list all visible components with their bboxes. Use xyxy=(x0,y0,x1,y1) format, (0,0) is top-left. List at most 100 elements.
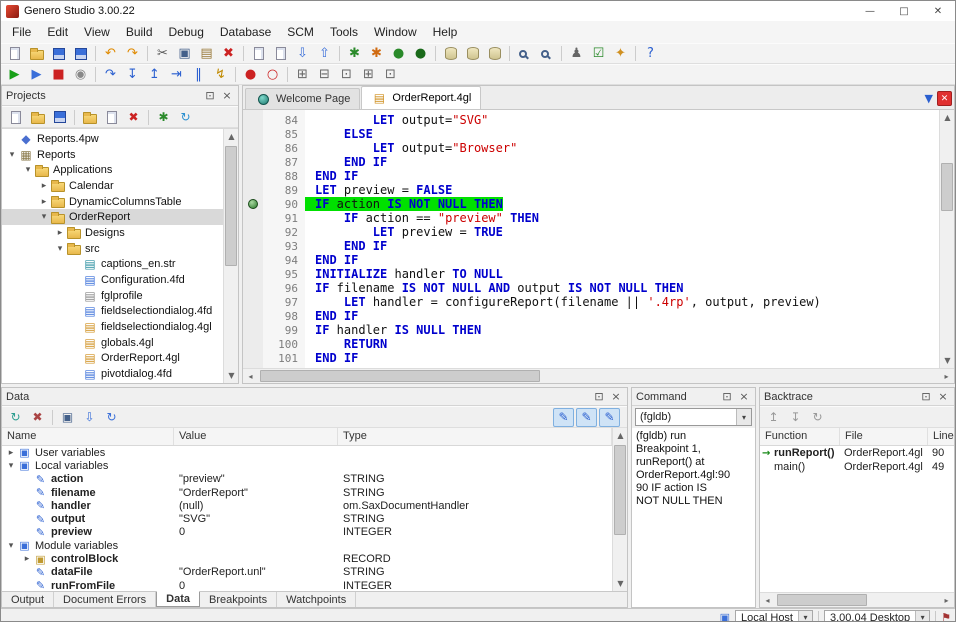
find-button[interactable] xyxy=(514,44,535,63)
data-row-filename[interactable]: ✎filename"OrderReport"STRING xyxy=(2,486,612,499)
tree-item-applications[interactable]: ▾Applications xyxy=(2,162,223,178)
expander-open-icon[interactable]: ▾ xyxy=(54,244,66,254)
code-editor[interactable]: 84 LET output="SVG"85 ELSE86 LET output=… xyxy=(243,110,939,368)
breakpoint-cell[interactable] xyxy=(243,199,263,209)
notifications-icon[interactable]: ⚑ xyxy=(941,611,951,622)
tab-output[interactable]: Output xyxy=(2,592,54,607)
data-scroll-thumb[interactable] xyxy=(614,445,626,535)
data-float-button[interactable]: ⊡ xyxy=(592,390,606,404)
scroll-right-icon[interactable]: ▸ xyxy=(939,593,954,608)
scroll-up-icon[interactable]: ▲ xyxy=(940,110,954,125)
export-data-button[interactable]: ⇩ xyxy=(79,408,100,427)
menu-database[interactable]: Database xyxy=(212,22,279,42)
expander-closed-icon[interactable]: ▸ xyxy=(5,448,17,458)
editor-hscroll-track[interactable] xyxy=(258,369,939,383)
backtrace-frame-runreport[interactable]: →runReport()OrderReport.4gl90 xyxy=(760,446,954,460)
report-writer-button[interactable]: ✦ xyxy=(610,44,631,63)
rebuild-button[interactable]: ✱ xyxy=(366,44,387,63)
code-line-96[interactable]: 96IF filename IS NOT NULL AND output IS … xyxy=(243,281,939,295)
backtrace-hscroll-thumb[interactable] xyxy=(777,594,867,606)
tree-item-configuration-4fd[interactable]: ▤Configuration.4fd xyxy=(2,272,223,288)
copy-value-button[interactable]: ▣ xyxy=(57,408,78,427)
expander-open-icon[interactable]: ▾ xyxy=(6,150,18,160)
projects-scroll-thumb[interactable] xyxy=(225,146,237,266)
scroll-down-icon[interactable]: ▼ xyxy=(224,368,238,383)
menu-view[interactable]: View xyxy=(76,22,118,42)
client-selector[interactable]: 3.00.04 Desktop ▾ xyxy=(824,610,930,622)
chevron-down-icon[interactable]: ▾ xyxy=(736,409,751,425)
menu-file[interactable]: File xyxy=(4,22,39,42)
menu-edit[interactable]: Edit xyxy=(39,22,76,42)
data-row-runfromfile[interactable]: ✎runFromFile0INTEGER xyxy=(2,579,612,591)
projects-scrollbar[interactable]: ▲ ▼ xyxy=(223,129,238,383)
tab-welcome-page[interactable]: Welcome Page xyxy=(245,88,360,109)
remove-item-button[interactable]: ✖ xyxy=(123,108,144,127)
tree-item-fieldselectiondialog-4fd[interactable]: ▤fieldselectiondialog.4fd xyxy=(2,304,223,320)
expander-open-icon[interactable]: ▾ xyxy=(22,165,34,175)
help-button[interactable]: ? xyxy=(640,44,661,63)
tree-item-reports-4pw[interactable]: ◆Reports.4pw xyxy=(2,131,223,147)
code-line-93[interactable]: 93 END IF xyxy=(243,239,939,253)
backtrace-frame-main[interactable]: main()OrderReport.4gl49 xyxy=(760,460,954,474)
code-line-100[interactable]: 100 RETURN xyxy=(243,337,939,351)
database-browser-button[interactable] xyxy=(462,44,483,63)
data-row-output[interactable]: ✎output"SVG"STRING xyxy=(2,512,612,525)
move-down-stack-button[interactable]: ↧ xyxy=(785,408,806,427)
user-manager-button[interactable]: ♟ xyxy=(566,44,587,63)
execute-button[interactable]: ● xyxy=(388,44,409,63)
tree-item-pivotdialog-4fd[interactable]: ▤pivotdialog.4fd xyxy=(2,366,223,382)
document-list-icon[interactable]: ▼ xyxy=(925,92,933,105)
menu-help[interactable]: Help xyxy=(425,22,466,42)
tree-item-orderreport[interactable]: ▾OrderReport xyxy=(2,209,223,225)
data-row-user-variables[interactable]: ▸▣User variables xyxy=(2,446,612,459)
expander-open-icon[interactable]: ▾ xyxy=(38,212,50,222)
run-to-cursor-button[interactable]: ⇥ xyxy=(166,65,187,84)
edit-expression-button[interactable]: ✎ xyxy=(599,408,620,427)
scroll-down-icon[interactable]: ▼ xyxy=(613,576,627,591)
float-window-button[interactable]: ⊞ xyxy=(358,65,379,84)
tree-item-calendar[interactable]: ▸Calendar xyxy=(2,178,223,194)
new-file-button[interactable] xyxy=(4,44,25,63)
code-line-97[interactable]: 97 LET handler = configureReport(filenam… xyxy=(243,295,939,309)
expander-closed-icon[interactable]: ▸ xyxy=(54,228,66,238)
expander-closed-icon[interactable]: ▸ xyxy=(38,197,50,207)
step-out-button[interactable]: ↥ xyxy=(144,65,165,84)
tab-data[interactable]: Data xyxy=(156,591,200,607)
new-form-button[interactable] xyxy=(248,44,269,63)
data-row-action[interactable]: ✎action"preview"STRING xyxy=(2,473,612,486)
run-button[interactable]: ▶ xyxy=(4,65,25,84)
data-scrollbar[interactable]: ▲ ▼ xyxy=(612,428,627,591)
chevron-down-icon[interactable]: ▾ xyxy=(915,611,929,622)
close-button[interactable]: ✕ xyxy=(921,1,955,21)
minimize-button[interactable]: — xyxy=(853,1,887,21)
backtrace-horizontal-scrollbar[interactable]: ◂ ▸ xyxy=(760,592,954,607)
data-row-local-variables[interactable]: ▾▣Local variables xyxy=(2,459,612,472)
refresh-data-button[interactable]: ↻ xyxy=(5,408,26,427)
code-line-91[interactable]: 91 IF action == "preview" THEN xyxy=(243,211,939,225)
editor-hscroll-thumb[interactable] xyxy=(260,370,540,382)
refresh-project-button[interactable]: ↻ xyxy=(175,108,196,127)
cut-button[interactable]: ✂ xyxy=(152,44,173,63)
tree-item-dynamiccolumnstable[interactable]: ▸DynamicColumnsTable xyxy=(2,194,223,210)
clear-breakpoints-button[interactable]: ○ xyxy=(262,65,283,84)
replace-button[interactable] xyxy=(536,44,557,63)
scroll-left-icon[interactable]: ◂ xyxy=(760,593,775,608)
new-project-file-button[interactable] xyxy=(5,108,26,127)
scroll-up-icon[interactable]: ▲ xyxy=(224,129,238,144)
save-file-button[interactable] xyxy=(48,44,69,63)
schema-manager-button[interactable] xyxy=(440,44,461,63)
projects-close-button[interactable]: × xyxy=(220,89,234,103)
move-up-stack-button[interactable]: ↥ xyxy=(763,408,784,427)
expander-closed-icon[interactable]: ▸ xyxy=(38,181,50,191)
refresh-backtrace-button[interactable]: ↻ xyxy=(807,408,828,427)
export-file-button[interactable]: ⇧ xyxy=(314,44,335,63)
menu-build[interactable]: Build xyxy=(118,22,161,42)
undo-button[interactable]: ↶ xyxy=(100,44,121,63)
tree-item-src[interactable]: ▾src xyxy=(2,241,223,257)
backtrace-close-button[interactable]: × xyxy=(936,390,950,404)
editor-horizontal-scrollbar[interactable]: ◂ ▸ xyxy=(243,368,954,383)
tree-item-fieldselectiondialog-4gl[interactable]: ▤fieldselectiondialog.4gl xyxy=(2,319,223,335)
toggle-breakpoint-button[interactable]: ● xyxy=(240,65,261,84)
save-project-button[interactable] xyxy=(49,108,70,127)
code-line-87[interactable]: 87 END IF xyxy=(243,155,939,169)
